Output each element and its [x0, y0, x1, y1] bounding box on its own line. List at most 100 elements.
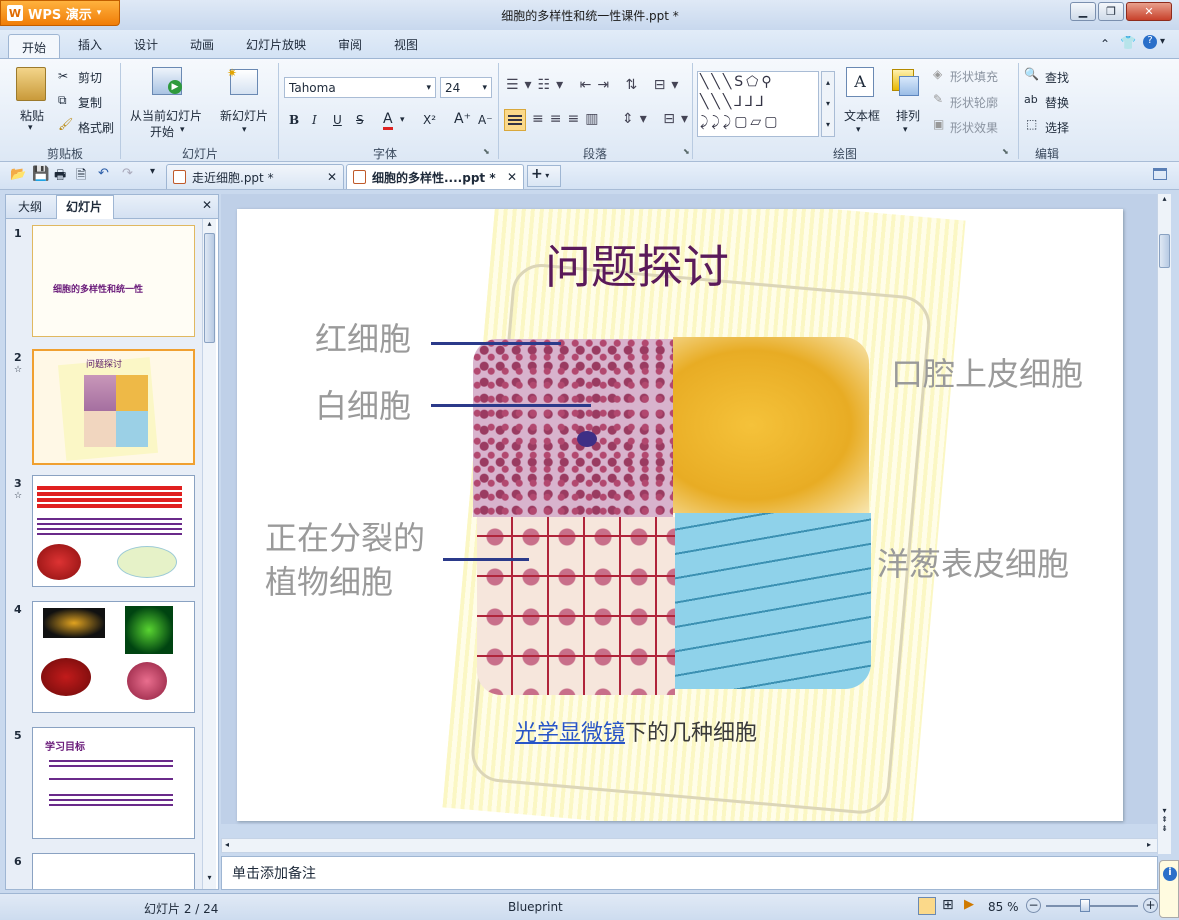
arrange-icon[interactable]: [892, 69, 919, 96]
line-spacing-icon[interactable]: ⇕▾ ⊟▾: [622, 111, 694, 127]
paste-button[interactable]: 粘贴: [20, 107, 44, 124]
new-slide-button[interactable]: 新幻灯片: [220, 107, 268, 124]
slide-thumb-5[interactable]: 学习目标: [32, 727, 195, 839]
new-tab-button[interactable]: + ▾: [527, 165, 561, 187]
label-red-cell[interactable]: 红细胞: [315, 314, 411, 360]
sorter-view-icon[interactable]: ⊞: [942, 897, 954, 913]
slide-thumb-4[interactable]: [32, 601, 195, 713]
font-name-select[interactable]: Tahoma ▾: [284, 77, 436, 98]
restore-button[interactable]: ❐: [1098, 2, 1124, 21]
tab-slideshow[interactable]: 幻灯片放映: [246, 36, 306, 53]
label-dividing[interactable]: 正在分裂的: [265, 513, 425, 559]
tab-animation[interactable]: 动画: [190, 36, 214, 53]
close-panel-icon[interactable]: ✕: [202, 198, 212, 212]
font-color-button[interactable]: A: [383, 111, 393, 130]
redo-icon[interactable]: ↷: [122, 166, 133, 181]
tab-outline[interactable]: 大纲: [18, 198, 42, 215]
bold-button[interactable]: B: [289, 113, 299, 127]
textbox-icon[interactable]: A: [846, 67, 874, 97]
caption-link[interactable]: 光学显微镜: [515, 721, 625, 746]
editor-scroll-thumb[interactable]: [1159, 234, 1170, 268]
shapes-gallery[interactable]: ╲╲╲S⬠⚲ ╲╲╲⅃⅃⅃ ⤸⤸⤸▢▱▢: [697, 71, 819, 137]
slide-canvas[interactable]: 问题探讨 红细胞 白细胞 正在分裂的 植物细胞 口腔上皮细胞 洋葱表皮细胞 光学…: [237, 209, 1123, 821]
customize-icon[interactable]: ▾: [150, 166, 155, 177]
chevron-down-icon[interactable]: ▾: [180, 125, 185, 135]
save-icon[interactable]: 💾: [32, 166, 49, 182]
shape-fill-button[interactable]: 形状填充: [950, 68, 998, 85]
shape-effect-button[interactable]: 形状效果: [950, 119, 998, 136]
chevron-down-icon[interactable]: ▾: [856, 125, 861, 135]
arrange-button[interactable]: 排列: [896, 107, 920, 124]
skin-icon[interactable]: 👕: [1120, 36, 1136, 51]
normal-view-icon[interactable]: [918, 897, 936, 915]
underline-button[interactable]: U: [333, 113, 342, 127]
select-button[interactable]: 选择: [1045, 119, 1069, 136]
slide-thumb-2[interactable]: 问题探讨: [32, 349, 195, 465]
paste-icon[interactable]: [16, 67, 46, 101]
panel-scroll-thumb[interactable]: [204, 233, 215, 343]
zoom-slider[interactable]: [1046, 905, 1138, 907]
doc-tab-2[interactable]: 细胞的多样性....ppt * ✕: [346, 164, 524, 189]
find-button[interactable]: 查找: [1045, 69, 1069, 86]
info-popup[interactable]: i: [1159, 860, 1179, 918]
shrink-font-button[interactable]: A⁻: [478, 113, 493, 127]
chevron-down-icon[interactable]: ▾: [242, 125, 247, 135]
close-icon[interactable]: ✕: [507, 170, 517, 184]
dialog-launcher-icon[interactable]: ⬊: [483, 147, 490, 156]
grow-font-button[interactable]: A⁺: [454, 111, 471, 127]
doc-tab-1[interactable]: 走近细胞.ppt * ✕: [166, 164, 344, 189]
replace-button[interactable]: 替换: [1045, 94, 1069, 111]
shapes-scroll[interactable]: ▴ ▾ ▾: [821, 71, 835, 137]
label-white-cell[interactable]: 白细胞: [315, 381, 411, 427]
print-icon[interactable]: 🖶: [54, 166, 66, 188]
slideshow-play-icon[interactable]: ▶: [152, 67, 182, 95]
new-slide-icon[interactable]: ✷: [227, 66, 258, 95]
wps-menu-button[interactable]: W WPS 演示 ▾: [0, 0, 120, 26]
zoom-slider-thumb[interactable]: [1080, 899, 1090, 912]
tab-slides[interactable]: 幻灯片: [66, 198, 102, 215]
zoom-out-button[interactable]: −: [1026, 898, 1041, 913]
format-painter-button[interactable]: 格式刷: [78, 119, 114, 136]
editor-vscroll[interactable]: ▴ ▾ ⇞ ⇟: [1157, 194, 1171, 854]
italic-button[interactable]: I: [312, 113, 317, 127]
shape-outline-button[interactable]: 形状轮廓: [950, 94, 998, 111]
panel-scrollbar[interactable]: ▴ ▾: [202, 219, 216, 889]
chevron-down-icon[interactable]: ▾: [903, 125, 908, 135]
tab-design[interactable]: 设计: [134, 36, 158, 53]
help-icon[interactable]: ?: [1143, 35, 1157, 49]
textbox-button[interactable]: 文本框: [844, 107, 880, 124]
open-icon[interactable]: 📂: [10, 167, 26, 182]
strikethrough-button[interactable]: S: [356, 113, 364, 127]
chevron-down-icon[interactable]: ▾: [1160, 36, 1165, 47]
window-layout-icon[interactable]: [1153, 168, 1167, 180]
slideshow-view-icon[interactable]: ▶: [964, 897, 974, 912]
minimize-button[interactable]: ▁: [1070, 2, 1096, 21]
slide-thumb-1[interactable]: 细胞的多样性和统一性: [32, 225, 195, 337]
slide-thumb-3[interactable]: [32, 475, 195, 587]
font-size-select[interactable]: 24 ▾: [440, 77, 492, 98]
superscript-button[interactable]: X²: [423, 113, 436, 127]
dialog-launcher-icon[interactable]: ⬊: [683, 147, 690, 156]
copy-button[interactable]: 复制: [78, 94, 102, 111]
align-left-icon[interactable]: [504, 109, 526, 131]
bullet-list-icon[interactable]: ☰▾☷▾ ⇤⇥ ⇅ ⊟▾: [506, 77, 684, 93]
editor-hscroll[interactable]: ◂ ▸: [221, 838, 1158, 853]
align-center-icon[interactable]: ≡≡≡▥: [532, 111, 604, 127]
label-plant-cell[interactable]: 植物细胞: [265, 557, 393, 603]
cut-button[interactable]: 剪切: [78, 69, 102, 86]
from-current-slide-button[interactable]: 从当前幻灯片: [130, 107, 202, 124]
tab-review[interactable]: 审阅: [338, 36, 362, 53]
close-icon[interactable]: ✕: [327, 170, 337, 184]
undo-icon[interactable]: ↶: [98, 166, 109, 181]
close-button[interactable]: ✕: [1126, 2, 1172, 21]
tab-home[interactable]: 开始: [8, 34, 60, 59]
chevron-down-icon[interactable]: ▾: [28, 123, 33, 133]
tab-insert[interactable]: 插入: [78, 36, 102, 53]
from-current-start[interactable]: 开始: [150, 123, 174, 140]
label-onion[interactable]: 洋葱表皮细胞: [877, 539, 1069, 585]
slide-thumb-6[interactable]: [32, 853, 195, 889]
tab-view[interactable]: 视图: [394, 36, 418, 53]
chevron-down-icon[interactable]: ▾: [400, 115, 405, 125]
print-preview-icon[interactable]: 🗎: [76, 166, 86, 188]
label-oral[interactable]: 口腔上皮细胞: [891, 349, 1083, 395]
